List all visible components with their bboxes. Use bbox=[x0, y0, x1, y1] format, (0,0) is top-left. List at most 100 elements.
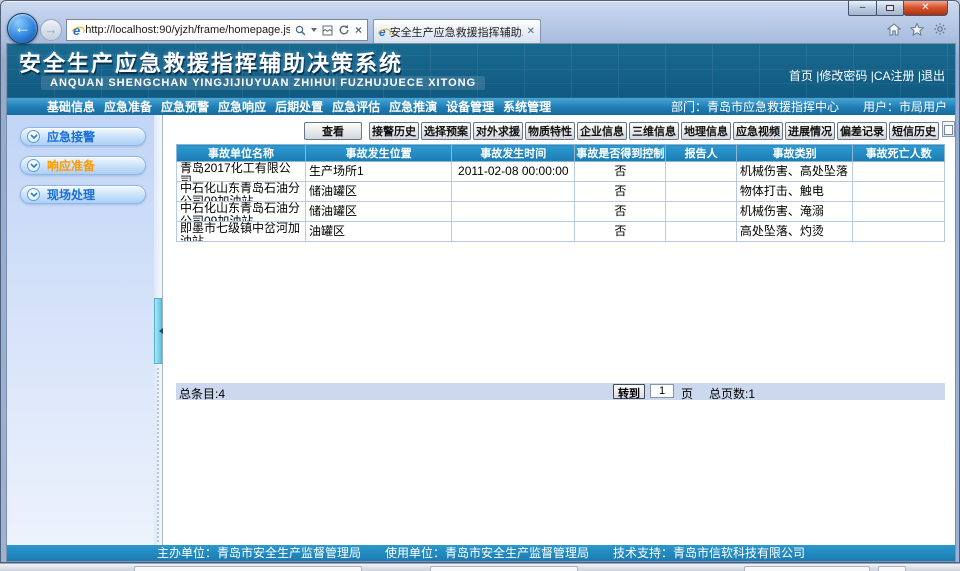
header-link-0[interactable]: 首页 bbox=[789, 69, 813, 83]
table-cell bbox=[452, 182, 575, 202]
column-header: 事故死亡人数 bbox=[853, 145, 945, 162]
nav-item-5[interactable]: 应急评估 bbox=[332, 98, 380, 115]
address-bar[interactable]: e http://localhost:90/yjzh/frame/homepag… bbox=[66, 19, 368, 41]
table-cell: 中石化山东青岛石油分公司09加油站 bbox=[177, 202, 306, 222]
main-panel: 查看接警历史选择预案对外求援物质特性企业信息三维信息地理信息应急视频进展情况偏差… bbox=[162, 115, 955, 545]
total-items-label: 总条目:4 bbox=[179, 385, 225, 402]
column-header: 报告人 bbox=[666, 145, 737, 162]
table-cell: 高处坠落、灼烫 bbox=[736, 222, 853, 242]
table-cell bbox=[853, 222, 945, 242]
table-row[interactable]: 中石化山东青岛石油分公司09加油站储油罐区否机械伤害、淹溺 bbox=[177, 202, 945, 222]
chevron-down-circle-icon bbox=[27, 130, 40, 143]
sidebar: 应急接警响应准备现场处理 bbox=[7, 115, 154, 545]
browser-window: – ✕ ← → e http://localhost:90/yjzh/frame… bbox=[0, 0, 960, 563]
toolbar-button-10[interactable]: 偏差记录 bbox=[837, 122, 887, 140]
nav-item-3[interactable]: 应急响应 bbox=[218, 98, 266, 115]
nav-item-4[interactable]: 后期处置 bbox=[275, 98, 323, 115]
maximize-icon[interactable] bbox=[876, 1, 904, 16]
toolbar: 查看接警历史选择预案对外求援物质特性企业信息三维信息地理信息应急视频进展情况偏差… bbox=[304, 122, 939, 140]
page-unit-label: 页 bbox=[681, 385, 693, 402]
nav-item-2[interactable]: 应急预警 bbox=[161, 98, 209, 115]
nav-item-7[interactable]: 设备管理 bbox=[446, 98, 494, 115]
sidebar-item-0[interactable]: 应急接警 bbox=[20, 127, 146, 146]
nav-item-0[interactable]: 基础信息 bbox=[47, 98, 95, 115]
table-cell: 生产场所1 bbox=[306, 162, 452, 182]
table-cell: 储油罐区 bbox=[306, 182, 452, 202]
taskbar-window-button[interactable] bbox=[878, 566, 906, 571]
column-header: 事故发生时间 bbox=[452, 145, 575, 162]
nav-item-1[interactable]: 应急准备 bbox=[104, 98, 152, 115]
nav-item-6[interactable]: 应急推演 bbox=[389, 98, 437, 115]
toolbar-button-8[interactable]: 应急视频 bbox=[733, 122, 783, 140]
toolbar-button-1[interactable]: 接警历史 bbox=[369, 122, 419, 140]
browser-tab[interactable]: e 安全生产应急救援指挥辅助... ✕ bbox=[373, 19, 541, 43]
table-cell bbox=[853, 162, 945, 182]
panel-corner-icon[interactable] bbox=[942, 121, 955, 137]
search-icon[interactable] bbox=[295, 25, 306, 36]
table-cell: 否 bbox=[575, 202, 666, 222]
compatibility-icon[interactable] bbox=[322, 25, 333, 36]
ie-favicon: e bbox=[73, 24, 80, 37]
toolbar-button-0[interactable]: 查看 bbox=[304, 122, 362, 140]
table-cell bbox=[666, 162, 737, 182]
header-link-2[interactable]: CA注册 bbox=[874, 69, 915, 83]
minimize-icon[interactable]: – bbox=[848, 1, 877, 16]
table-row[interactable]: 中石化山东青岛石油分公司09加油站储油罐区否物体打击、触电 bbox=[177, 182, 945, 202]
content-area: 应急接警响应准备现场处理 查看接警历史选择预案对外求援物质特性企业信息三维信息地… bbox=[7, 115, 955, 545]
table-cell bbox=[666, 182, 737, 202]
table-cell: 物体打击、触电 bbox=[736, 182, 853, 202]
header-link-1[interactable]: 修改密码 bbox=[819, 69, 867, 83]
table-cell bbox=[853, 182, 945, 202]
column-header: 事故是否得到控制 bbox=[575, 145, 666, 162]
close-icon[interactable]: ✕ bbox=[903, 1, 948, 16]
table-cell: 储油罐区 bbox=[306, 202, 452, 222]
window-controls: – ✕ bbox=[848, 1, 948, 16]
header-link-3[interactable]: 退出 bbox=[921, 69, 945, 83]
table-cell bbox=[853, 202, 945, 222]
site-footer: 主办单位：青岛市安全生产监督管理局 使用单位：青岛市安全生产监督管理局 技术支持… bbox=[7, 545, 955, 561]
table-cell: 中石化山东青岛石油分公司09加油站 bbox=[177, 182, 306, 202]
toolbar-button-4[interactable]: 物质特性 bbox=[525, 122, 575, 140]
forward-icon[interactable]: → bbox=[40, 19, 62, 41]
table-cell bbox=[666, 222, 737, 242]
gear-icon[interactable] bbox=[933, 22, 947, 36]
nav-items: 基础信息应急准备应急预警应急响应后期处置应急评估应急推演设备管理系统管理 bbox=[7, 98, 551, 115]
refresh-icon[interactable] bbox=[338, 24, 350, 36]
stop-icon[interactable]: × bbox=[355, 24, 362, 36]
tab-close-icon[interactable]: ✕ bbox=[527, 26, 535, 37]
goto-page-input[interactable] bbox=[650, 384, 674, 398]
sidebar-item-label: 应急接警 bbox=[47, 128, 95, 145]
home-icon[interactable] bbox=[887, 23, 901, 36]
taskbar-window-button[interactable] bbox=[134, 566, 362, 571]
department-label: 部门：青岛市应急救援指挥中心 bbox=[671, 98, 839, 115]
taskbar bbox=[0, 563, 960, 571]
chevron-down-icon[interactable] bbox=[311, 28, 317, 35]
toolbar-button-6[interactable]: 三维信息 bbox=[629, 122, 679, 140]
back-icon[interactable]: ← bbox=[7, 13, 38, 44]
toolbar-button-5[interactable]: 企业信息 bbox=[577, 122, 627, 140]
total-pages-label: 总页数:1 bbox=[709, 385, 755, 402]
toolbar-button-2[interactable]: 选择预案 bbox=[421, 122, 471, 140]
sidebar-item-2[interactable]: 现场处理 bbox=[20, 185, 146, 204]
goto-page-button[interactable]: 转到 bbox=[613, 384, 645, 399]
nav-item-8[interactable]: 系统管理 bbox=[503, 98, 551, 115]
sidebar-item-1[interactable]: 响应准备 bbox=[20, 156, 146, 175]
favorites-icon[interactable] bbox=[910, 23, 924, 36]
toolbar-button-11[interactable]: 短信历史 bbox=[889, 122, 939, 140]
table-cell bbox=[452, 202, 575, 222]
screen: – ✕ ← → e http://localhost:90/yjzh/frame… bbox=[0, 0, 960, 571]
taskbar-window-button[interactable] bbox=[430, 566, 578, 571]
toolbar-button-7[interactable]: 地理信息 bbox=[681, 122, 731, 140]
sidebar-collapse-handle[interactable] bbox=[154, 298, 162, 364]
url-text[interactable]: http://localhost:90/yjzh/frame/homepage.… bbox=[85, 24, 290, 36]
main-nav: 基础信息应急准备应急预警应急响应后期处置应急评估应急推演设备管理系统管理 部门：… bbox=[7, 98, 955, 115]
site-header: 安全生产应急救援指挥辅助决策系统 ANQUAN SHENGCHAN YINGJI… bbox=[7, 44, 955, 98]
table-row[interactable]: 青岛2017化工有限公司生产场所12011-02-08 00:00:00否机械伤… bbox=[177, 162, 945, 182]
table-row[interactable]: 即墨市七级镇中岔河加油站油罐区否高处坠落、灼烫 bbox=[177, 222, 945, 242]
toolbar-button-3[interactable]: 对外求援 bbox=[473, 122, 523, 140]
taskbar-window-button[interactable] bbox=[744, 566, 870, 571]
sidebar-splitter[interactable] bbox=[154, 115, 162, 545]
table-cell bbox=[452, 222, 575, 242]
toolbar-button-9[interactable]: 进展情况 bbox=[785, 122, 835, 140]
header-links: 首页 |修改密码 |CA注册 |退出 bbox=[789, 67, 945, 84]
